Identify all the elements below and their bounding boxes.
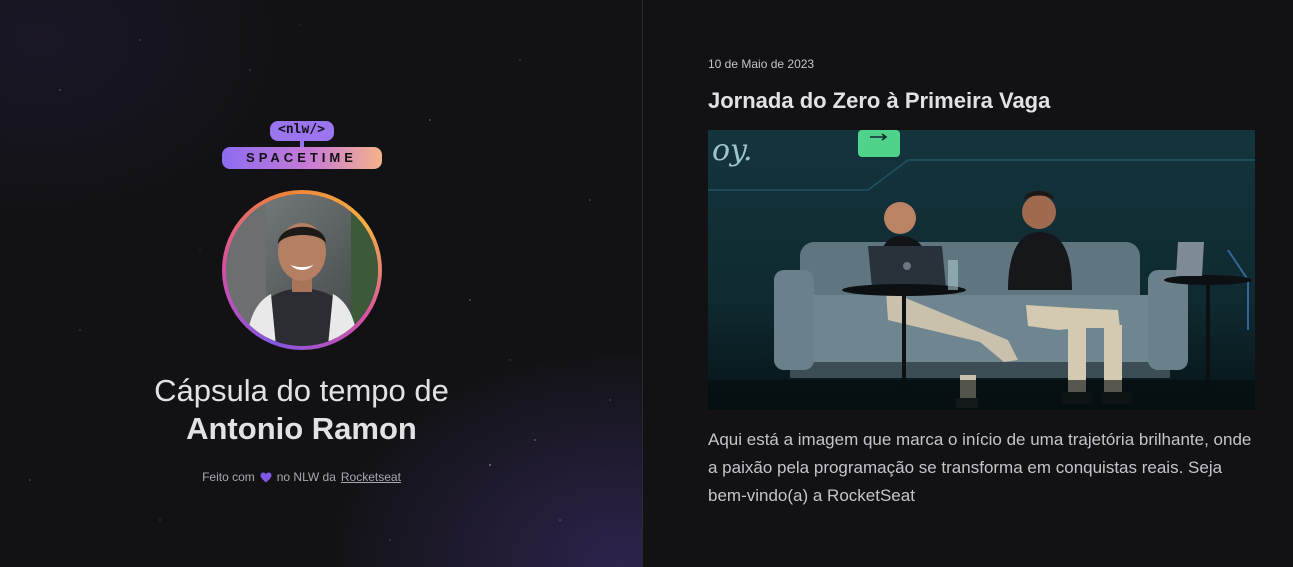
profile-panel: <nlw/> SPACETIME Cápsula do tempo de Ant…	[0, 0, 643, 567]
avatar-ring	[221, 190, 382, 350]
footer-at-text: no NLW da	[276, 470, 336, 484]
memory-panel: 10 de Maio de 2023 Jornada do Zero à Pri…	[643, 0, 1293, 567]
footer-made-with: Feito com	[202, 470, 255, 484]
profile-content: <nlw/> SPACETIME Cápsula do tempo de Ant…	[0, 118, 603, 484]
heart-icon	[260, 472, 272, 482]
memory-date: 10 de Maio de 2023	[708, 57, 815, 71]
headline-prefix: Cápsula do tempo de	[154, 373, 449, 408]
memory-title: Jornada do Zero à Primeira Vaga	[708, 88, 1051, 113]
logo-tag-text: <nlw/>	[278, 122, 325, 137]
memory-description: Aqui está a imagem que marca o início de…	[708, 430, 1252, 505]
credits-footer: Feito com no NLW da Rocketseat	[202, 470, 401, 484]
owner-name: Antonio Ramon	[186, 411, 417, 446]
rocketseat-link[interactable]: Rocketseat	[341, 470, 401, 484]
logo-name-text: SPACETIME	[246, 150, 357, 165]
svg-text:oy.: oy.	[712, 133, 753, 168]
memory-photo[interactable]: oy.	[708, 130, 1255, 410]
capsule-headline: Cápsula do tempo de Antonio Ramon	[154, 372, 449, 448]
avatar	[225, 194, 378, 346]
page: <nlw/> SPACETIME Cápsula do tempo de Ant…	[0, 0, 1293, 567]
avatar-photo	[225, 194, 378, 346]
